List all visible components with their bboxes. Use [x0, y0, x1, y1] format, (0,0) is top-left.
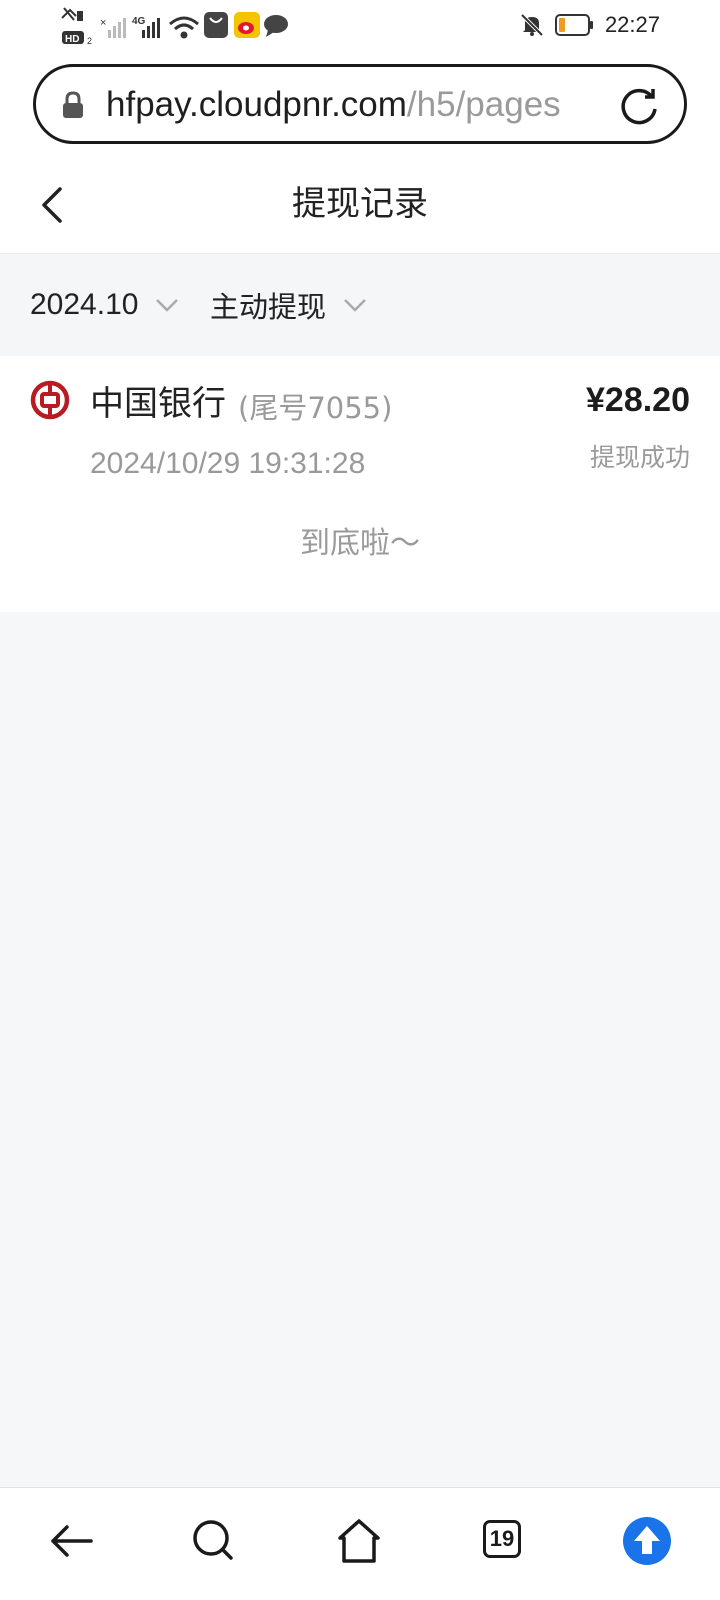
status-time: 22:27 — [604, 12, 660, 37]
svg-text:2: 2 — [87, 36, 92, 46]
browser-bottom-nav: 19 — [0, 1487, 720, 1600]
wifi-icon — [169, 16, 199, 39]
date-filter-label: 2024.10 — [30, 288, 139, 321]
date-filter[interactable]: 2024.10 — [30, 284, 180, 326]
silent-bell-icon — [520, 13, 544, 37]
back-arrow-icon[interactable] — [47, 1516, 97, 1566]
status-left-icons: HD 2 × 4G — [61, 7, 288, 46]
withdrawal-status: 提现成功 — [589, 443, 690, 472]
svg-text:4G: 4G — [132, 16, 146, 27]
search-icon[interactable] — [189, 1516, 239, 1566]
filter-bar: 2024.10 主动提现 — [0, 254, 720, 356]
withdrawal-amount: ¥28.20 — [586, 381, 690, 419]
url-host: hfpay.cloudpnr.com — [106, 85, 407, 124]
bank-name: 中国银行 — [90, 384, 226, 424]
app-notification-icon — [204, 12, 228, 38]
url-path: /h5/pages — [406, 85, 561, 124]
record-time: 2024/10/29 19:31:28 — [90, 447, 366, 480]
bank-of-china-logo-icon — [30, 380, 70, 420]
svg-text:HD: HD — [65, 34, 79, 45]
withdrawal-list: 中国银行 (尾号7055) 2024/10/29 19:31:28 ¥28.20… — [0, 356, 720, 612]
scroll-up-icon[interactable] — [622, 1516, 672, 1566]
page-title: 提现记录 — [292, 184, 428, 224]
message-icon — [264, 15, 288, 37]
lock-icon[interactable] — [62, 91, 84, 119]
list-item[interactable]: 中国银行 (尾号7055) 2024/10/29 19:31:28 ¥28.20… — [0, 356, 720, 496]
address-bar[interactable]: hfpay.cloudpnr.com/h5/pages — [33, 64, 687, 144]
chevron-down-icon — [156, 299, 179, 312]
chevron-down-icon — [344, 299, 366, 312]
weibo-icon — [234, 12, 260, 38]
page-header: 提现记录 — [0, 155, 720, 254]
card-tail-number: (尾号7055) — [238, 391, 393, 425]
url-text[interactable]: hfpay.cloudpnr.com/h5/pages — [106, 81, 628, 129]
browser-toolbar: hfpay.cloudpnr.com/h5/pages — [0, 50, 720, 155]
list-end-text: 到底啦～ — [300, 526, 420, 561]
battery-icon — [554, 14, 593, 36]
status-right: 22:27 — [519, 10, 660, 40]
hd-icon: HD 2 — [62, 31, 92, 46]
status-bar: HD 2 × 4G 22:27 — [0, 0, 720, 50]
tabs-button[interactable]: 19 — [479, 1516, 529, 1566]
type-filter-label: 主动提现 — [210, 290, 327, 324]
missed-call-icon — [61, 7, 83, 21]
reload-icon[interactable] — [618, 85, 660, 127]
tab-count: 19 — [483, 1520, 521, 1558]
signal-icon: × — [100, 17, 126, 38]
svg-text:×: × — [100, 17, 106, 29]
type-filter[interactable]: 主动提现 — [210, 284, 368, 326]
4g-signal-icon: 4G — [132, 16, 160, 38]
home-icon[interactable] — [334, 1516, 384, 1566]
